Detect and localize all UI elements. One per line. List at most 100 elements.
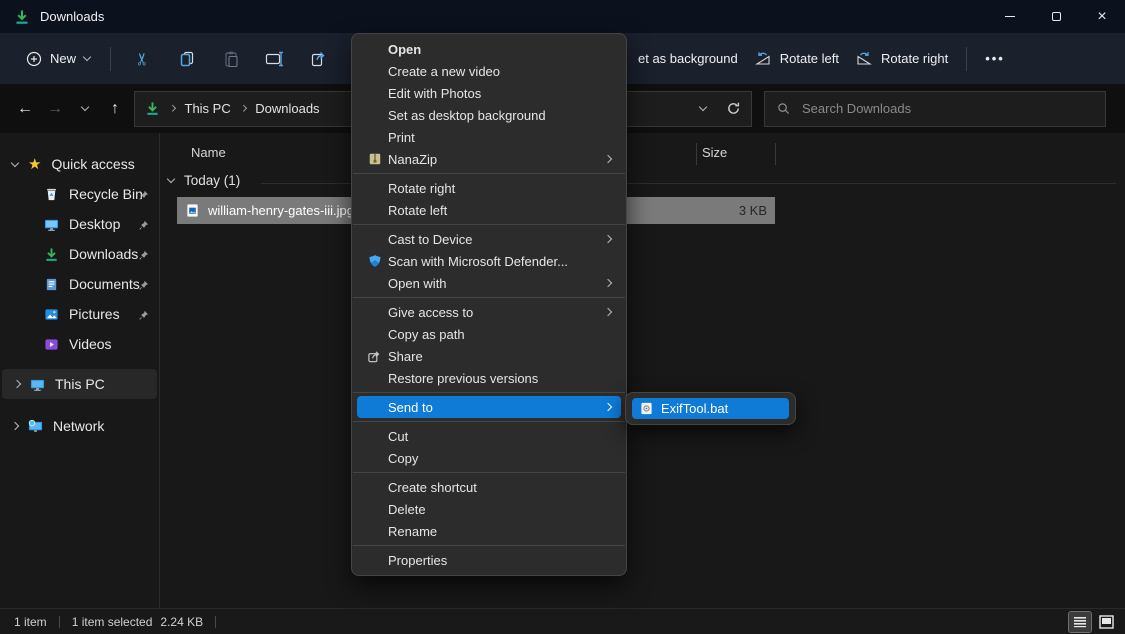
- thumbnails-view-icon: [1099, 615, 1114, 629]
- new-button[interactable]: New: [16, 45, 100, 73]
- menu-item-cast-to-device[interactable]: Cast to Device: [357, 228, 621, 250]
- up-icon: ↑: [111, 100, 119, 118]
- toolbar-separator: [110, 47, 111, 71]
- refresh-button[interactable]: [726, 101, 741, 116]
- more-options-button[interactable]: •••: [977, 45, 1013, 72]
- sidebar-item-recycle-bin[interactable]: Recycle Bin: [0, 179, 159, 209]
- address-dropdown-button[interactable]: [699, 103, 707, 111]
- menu-item-rotate-right[interactable]: Rotate right: [357, 177, 621, 199]
- menu-item-cut[interactable]: Cut: [357, 425, 621, 447]
- menu-item-open-with[interactable]: Open with: [357, 272, 621, 294]
- rotate-right-button[interactable]: Rotate right: [847, 45, 956, 73]
- menu-item-copy[interactable]: Copy: [357, 447, 621, 469]
- network-icon: [28, 419, 43, 434]
- file-explorer-window: Downloads × New ✂: [0, 0, 1125, 634]
- menu-item-nanazip[interactable]: NanaZip: [357, 148, 621, 170]
- menu-item-set-as-desktop-background[interactable]: Set as desktop background: [357, 104, 621, 126]
- menu-item-give-access-to[interactable]: Give access to: [357, 301, 621, 323]
- menu-item-label: Copy as path: [388, 327, 613, 342]
- menu-item-rename[interactable]: Rename: [357, 520, 621, 542]
- sidebar-item-label: Documents: [69, 276, 140, 292]
- menu-item-edit-with-photos[interactable]: Edit with Photos: [357, 82, 621, 104]
- sidebar-item-this-pc[interactable]: This PC: [2, 369, 157, 399]
- status-selection: 1 item selected: [72, 615, 153, 629]
- menu-separator: [353, 173, 625, 174]
- menu-item-delete[interactable]: Delete: [357, 498, 621, 520]
- column-divider[interactable]: [775, 143, 776, 165]
- back-button[interactable]: ←: [10, 93, 40, 125]
- group-header-label: Today (1): [184, 173, 240, 188]
- column-divider[interactable]: [696, 143, 697, 165]
- send-to-submenu: ExifTool.bat: [625, 392, 796, 425]
- thumbnails-view-button[interactable]: [1095, 612, 1117, 632]
- forward-icon: →: [47, 100, 63, 118]
- status-divider: [59, 616, 60, 628]
- paste-button[interactable]: [209, 41, 253, 77]
- share-icon: [310, 50, 328, 68]
- menu-item-label: Copy: [388, 451, 613, 466]
- menu-item-print[interactable]: Print: [357, 126, 621, 148]
- menu-item-label: Set as desktop background: [388, 108, 613, 123]
- pin-icon: [138, 278, 149, 294]
- quick-access-header[interactable]: ★ Quick access: [0, 149, 159, 179]
- scissors-icon: ✂: [133, 51, 153, 65]
- menu-item-label: Rotate right: [388, 181, 613, 196]
- cut-button[interactable]: ✂: [121, 41, 165, 77]
- details-view-button[interactable]: [1069, 612, 1091, 632]
- recent-locations-button[interactable]: [70, 93, 100, 125]
- set-as-background-label: et as background: [638, 51, 738, 66]
- sidebar-item-pictures[interactable]: Pictures: [0, 299, 159, 329]
- menu-item-label: Rename: [388, 524, 613, 539]
- search-box[interactable]: [764, 91, 1106, 127]
- sidebar-item-videos[interactable]: Videos: [0, 329, 159, 359]
- close-icon: ×: [1097, 9, 1106, 25]
- chevron-right-icon: [11, 422, 19, 430]
- rotate-right-label: Rotate right: [881, 51, 948, 66]
- rename-button[interactable]: [253, 41, 297, 77]
- sidebar-item-documents[interactable]: Documents: [0, 269, 159, 299]
- menu-item-rotate-left[interactable]: Rotate left: [357, 199, 621, 221]
- menu-item-create-a-new-video[interactable]: Create a new video: [357, 60, 621, 82]
- copy-icon: [178, 50, 196, 68]
- forward-button[interactable]: →: [40, 93, 70, 125]
- share-button[interactable]: [297, 41, 341, 77]
- copy-button[interactable]: [165, 41, 209, 77]
- sidebar-gap: [0, 399, 159, 411]
- menu-item-send-to[interactable]: Send to: [357, 396, 621, 418]
- menu-item-properties[interactable]: Properties: [357, 549, 621, 571]
- submenu-item-exiftool[interactable]: ExifTool.bat: [632, 398, 789, 419]
- menu-separator: [353, 224, 625, 225]
- menu-item-restore-previous-versions[interactable]: Restore previous versions: [357, 367, 621, 389]
- menu-item-copy-as-path[interactable]: Copy as path: [357, 323, 621, 345]
- close-button[interactable]: ×: [1079, 0, 1125, 33]
- up-button[interactable]: ↑: [100, 93, 130, 125]
- breadcrumb-downloads[interactable]: Downloads: [255, 101, 319, 116]
- menu-separator: [353, 472, 625, 473]
- column-header-size[interactable]: Size: [702, 145, 727, 160]
- menu-item-create-shortcut[interactable]: Create shortcut: [357, 476, 621, 498]
- menu-item-share[interactable]: Share: [357, 345, 621, 367]
- downloads-app-icon: [14, 9, 30, 25]
- sidebar-item-network[interactable]: Network: [0, 411, 159, 441]
- set-as-background-button[interactable]: et as background: [630, 45, 746, 72]
- sidebar-item-downloads[interactable]: Downloads: [0, 239, 159, 269]
- search-input[interactable]: [800, 100, 1093, 117]
- rotate-left-button[interactable]: Rotate left: [746, 45, 847, 73]
- star-icon: ★: [28, 155, 41, 173]
- chevron-down-icon: [167, 175, 175, 183]
- chevron-right-icon: [605, 280, 611, 286]
- rename-icon: [265, 50, 285, 68]
- minimize-button[interactable]: [987, 0, 1033, 33]
- maximize-button[interactable]: [1033, 0, 1079, 33]
- sidebar-item-desktop[interactable]: Desktop: [0, 209, 159, 239]
- column-header-name[interactable]: Name: [191, 145, 226, 160]
- chevron-right-icon: [605, 236, 611, 242]
- downloads-location-icon: [145, 101, 160, 116]
- menu-item-scan-with-microsoft-defender[interactable]: Scan with Microsoft Defender...: [357, 250, 621, 272]
- this-pc-icon: [30, 377, 45, 392]
- menu-item-open[interactable]: Open: [357, 38, 621, 60]
- recycle-bin-icon: [44, 187, 59, 202]
- group-header-today[interactable]: Today (1): [168, 173, 240, 188]
- breadcrumb-this-pc[interactable]: This PC: [185, 101, 231, 116]
- breadcrumb-chevron-icon: [169, 105, 175, 111]
